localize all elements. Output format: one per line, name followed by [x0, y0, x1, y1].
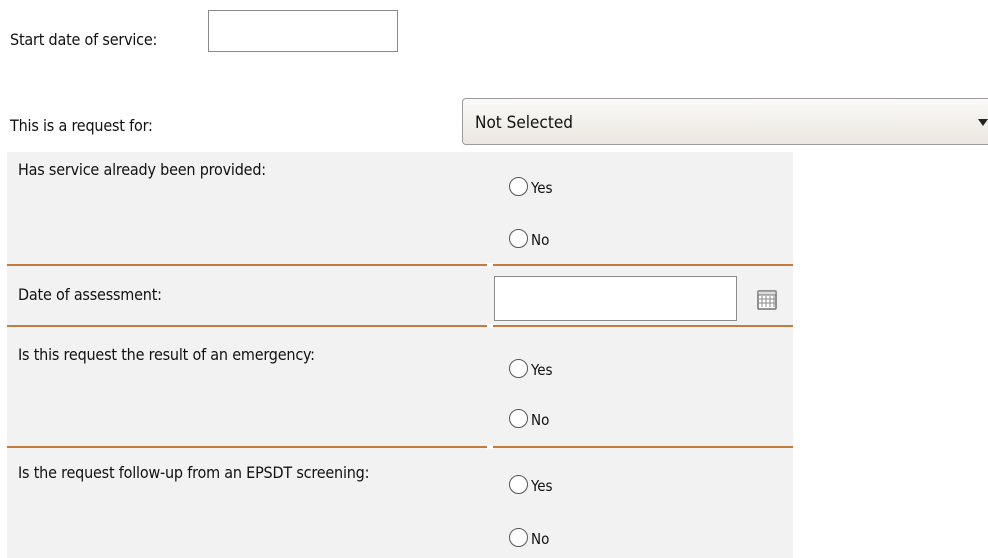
request-type-selected-value: Not Selected [475, 113, 573, 133]
radio-unselected-icon[interactable] [509, 359, 528, 378]
radio-unselected-icon[interactable] [509, 528, 528, 547]
radio-unselected-icon[interactable] [509, 475, 528, 494]
section-divider [7, 325, 793, 327]
assessment-date-input[interactable] [494, 276, 737, 321]
assessment-date-label: Date of assessment: [18, 285, 162, 304]
radio-unselected-icon[interactable] [509, 229, 528, 248]
divider-gap [487, 263, 493, 267]
radio-unselected-icon[interactable] [509, 177, 528, 196]
calendar-icon-graphic [757, 290, 777, 310]
request-type-select[interactable]: Not Selected [462, 98, 988, 145]
radio-label: Yes [531, 477, 553, 495]
radio-unselected-icon[interactable] [509, 409, 528, 428]
section-divider [7, 446, 793, 448]
radio-label: Yes [531, 361, 553, 379]
radio-label: No [531, 231, 550, 249]
dropdown-arrow-icon [978, 119, 988, 126]
request-type-label: This is a request for: [10, 116, 153, 135]
radio-label: Yes [531, 179, 553, 197]
radio-label: No [531, 530, 550, 548]
divider-gap [487, 445, 493, 449]
radio-label: No [531, 411, 550, 429]
epsdt-question: Is the request follow-up from an EPSDT s… [18, 463, 370, 482]
emergency-question: Is this request the result of an emergen… [18, 345, 315, 364]
calendar-icon[interactable] [755, 288, 779, 312]
start-date-label: Start date of service: [10, 30, 158, 49]
section-divider [7, 264, 793, 266]
service-provided-question: Has service already been provided: [18, 160, 266, 179]
start-date-input[interactable] [208, 10, 398, 52]
divider-gap [487, 324, 493, 328]
